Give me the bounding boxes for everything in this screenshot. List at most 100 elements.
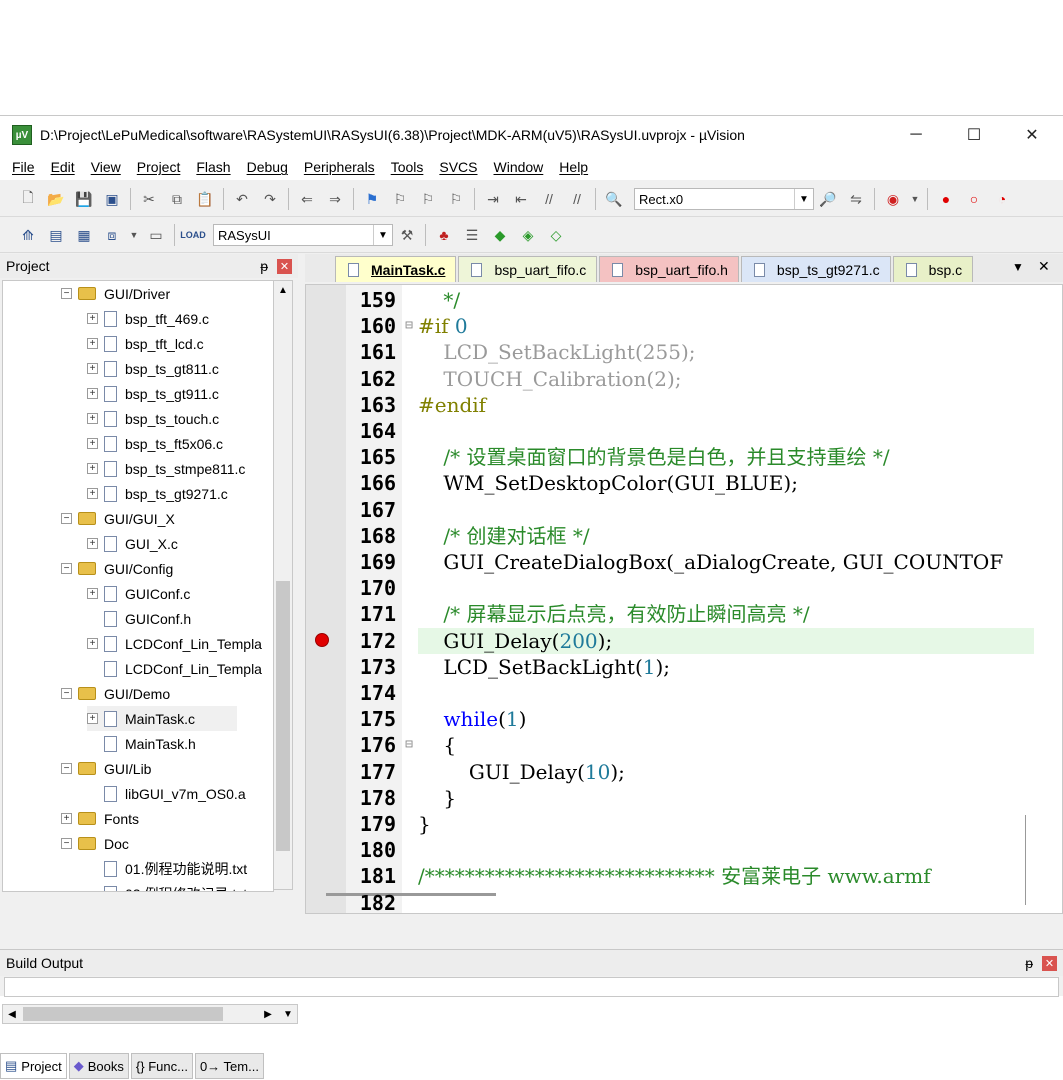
paste-icon[interactable]: 📋	[194, 188, 216, 210]
tree-file[interactable]: + MainTask.c	[87, 706, 237, 731]
expander-icon[interactable]: +	[87, 438, 98, 449]
tree-file[interactable]: 02.例程修改记录.txt	[87, 881, 247, 891]
editor-tab[interactable]: bsp.c	[892, 256, 974, 282]
manage-components-icon[interactable]: ♣	[433, 224, 455, 246]
find-combo[interactable]: Rect.x0 ▼	[634, 188, 814, 210]
build-output-pane[interactable]	[4, 977, 1059, 997]
scroll-down-icon[interactable]: ▼	[279, 1005, 297, 1023]
indent-icon[interactable]: ⇥	[482, 188, 504, 210]
batch-build-icon[interactable]: ⧈	[101, 224, 123, 246]
code-line[interactable]: 181 /***************************** 安富莱电子 …	[306, 863, 1062, 889]
expander-icon[interactable]: +	[87, 588, 98, 599]
menu-flash[interactable]: Flash	[188, 159, 238, 175]
code-line[interactable]: 160 ⊟ #if 0	[306, 313, 1062, 339]
target-select[interactable]: RASysUI ▼	[213, 224, 393, 246]
code-line[interactable]: 175 while(1)	[306, 706, 1062, 732]
maximize-button[interactable]: ☐	[945, 116, 1003, 154]
project-tree[interactable]: − GUI/Driver + bsp_tft_469.c + bsp_tft_lcd.c +…	[2, 280, 274, 892]
code-line[interactable]: 179}	[306, 811, 1062, 837]
next-bookmark-icon[interactable]: ⚐	[417, 188, 439, 210]
tree-file[interactable]: GUIConf.h	[87, 606, 191, 631]
menu-peripherals[interactable]: Peripherals	[296, 159, 383, 175]
fold-marker-icon[interactable]: ⊟	[402, 313, 416, 339]
tree-folder[interactable]: + Fonts	[61, 806, 139, 831]
find-in-files-icon[interactable]: 🔍	[603, 188, 625, 210]
menu-tools[interactable]: Tools	[383, 159, 432, 175]
menu-edit[interactable]: Edit	[43, 159, 83, 175]
expander-icon[interactable]: +	[87, 538, 98, 549]
scroll-up-icon[interactable]: ▲	[274, 281, 292, 299]
tree-file[interactable]: + bsp_ts_touch.c	[87, 406, 219, 431]
editor-tab[interactable]: bsp_ts_gt9271.c	[740, 256, 891, 282]
close-icon[interactable]: ✕	[1042, 955, 1057, 971]
tree-folder[interactable]: − GUI/GUI_X	[61, 506, 175, 531]
expander-icon[interactable]: −	[61, 763, 72, 774]
download-icon[interactable]: LOAD	[180, 224, 206, 246]
target-options-icon[interactable]: ⚒	[396, 224, 418, 246]
tree-folder[interactable]: − GUI/Demo	[61, 681, 170, 706]
tree-file[interactable]: + bsp_ts_gt911.c	[87, 381, 219, 406]
tree-file[interactable]: + bsp_tft_lcd.c	[87, 331, 204, 356]
code-line[interactable]: 177 GUI_Delay(10);	[306, 759, 1062, 785]
code-line[interactable]: 173 LCD_SetBackLight(1);	[306, 654, 1062, 680]
code-line[interactable]: 180	[306, 837, 1062, 863]
expander-icon[interactable]: +	[87, 713, 98, 724]
breakpoint-kill-icon[interactable]: ◔	[991, 188, 1013, 210]
new-file-icon[interactable]: 🗋	[17, 188, 39, 210]
expander-icon[interactable]: +	[87, 488, 98, 499]
editor-tab[interactable]: MainTask.c	[335, 256, 457, 282]
save-all-icon[interactable]: ▣	[101, 188, 123, 210]
dropdown-icon[interactable]: ▼	[129, 224, 139, 246]
code-line[interactable]: 163 #endif	[306, 392, 1062, 418]
stop-build-icon[interactable]: ▭	[145, 224, 167, 246]
redo-icon[interactable]: ↷	[259, 188, 281, 210]
tree-folder[interactable]: − Doc	[61, 831, 129, 856]
menu-svcs[interactable]: SVCS	[431, 159, 485, 175]
open-folder-icon[interactable]: 📂	[45, 188, 67, 210]
close-button[interactable]: ✕	[1003, 116, 1061, 154]
scroll-right-icon[interactable]: ▶	[259, 1005, 277, 1023]
scroll-left-icon[interactable]: ◀	[3, 1005, 21, 1023]
editor-tab[interactable]: bsp_uart_fifo.c	[458, 256, 598, 282]
expander-icon[interactable]: −	[61, 288, 72, 299]
tab-functions[interactable]: {} Func...	[130, 1053, 193, 1079]
dropdown-icon[interactable]: ▼	[910, 188, 920, 210]
code-editor[interactable]: 159 */160 ⊟ #if 0 161 LCD_SetBackLight(255)…	[305, 284, 1063, 914]
breakpoint-icon[interactable]	[315, 632, 329, 647]
bookmark-icon[interactable]: ⚑	[361, 188, 383, 210]
tab-close-icon[interactable]: ✕	[1038, 258, 1050, 275]
replace-icon[interactable]: ⇋	[845, 188, 867, 210]
tab-menu-icon[interactable]: ▼	[1012, 260, 1024, 274]
code-line[interactable]: 162 TOUCH_Calibration(2);	[306, 366, 1062, 392]
menu-file[interactable]: File	[4, 159, 43, 175]
code-line[interactable]: 168 /* 创建对话框 */	[306, 523, 1062, 549]
chevron-down-icon[interactable]: ▼	[373, 225, 392, 245]
code-line[interactable]: 178 }	[306, 785, 1062, 811]
code-line[interactable]: 169 GUI_CreateDialogBox(_aDialogCreate, …	[306, 549, 1062, 575]
menu-project[interactable]: Project	[129, 159, 189, 175]
menu-help[interactable]: Help	[551, 159, 596, 175]
nav-back-icon[interactable]: ⇐	[296, 188, 318, 210]
menu-view[interactable]: View	[83, 159, 129, 175]
expander-icon[interactable]: −	[61, 513, 72, 524]
unindent-icon[interactable]: ⇤	[510, 188, 532, 210]
tree-folder[interactable]: − GUI/Config	[61, 556, 173, 581]
tree-file[interactable]: + GUI_X.c	[87, 531, 178, 556]
chevron-down-icon[interactable]: ▼	[794, 189, 813, 209]
menu-window[interactable]: Window	[486, 159, 552, 175]
expander-icon[interactable]: +	[87, 638, 98, 649]
tree-file[interactable]: + bsp_ts_ft5x06.c	[87, 431, 223, 456]
expander-icon[interactable]: +	[87, 363, 98, 374]
breakpoint-disabled-icon[interactable]: ○	[963, 188, 985, 210]
expander-icon[interactable]: −	[61, 838, 72, 849]
tab-books[interactable]: ◆ Books	[68, 1053, 129, 1079]
code-line[interactable]: 170	[306, 575, 1062, 601]
undo-icon[interactable]: ↶	[231, 188, 253, 210]
code-line[interactable]: 174	[306, 680, 1062, 706]
cut-icon[interactable]: ✂	[138, 188, 160, 210]
expander-icon[interactable]: +	[87, 388, 98, 399]
breakpoint-icon[interactable]: ●	[935, 188, 957, 210]
tree-file[interactable]: + bsp_ts_stmpe811.c	[87, 456, 245, 481]
code-line[interactable]: 166 WM_SetDesktopColor(GUI_BLUE);	[306, 470, 1062, 496]
debug-session-icon[interactable]: ◉	[882, 188, 904, 210]
